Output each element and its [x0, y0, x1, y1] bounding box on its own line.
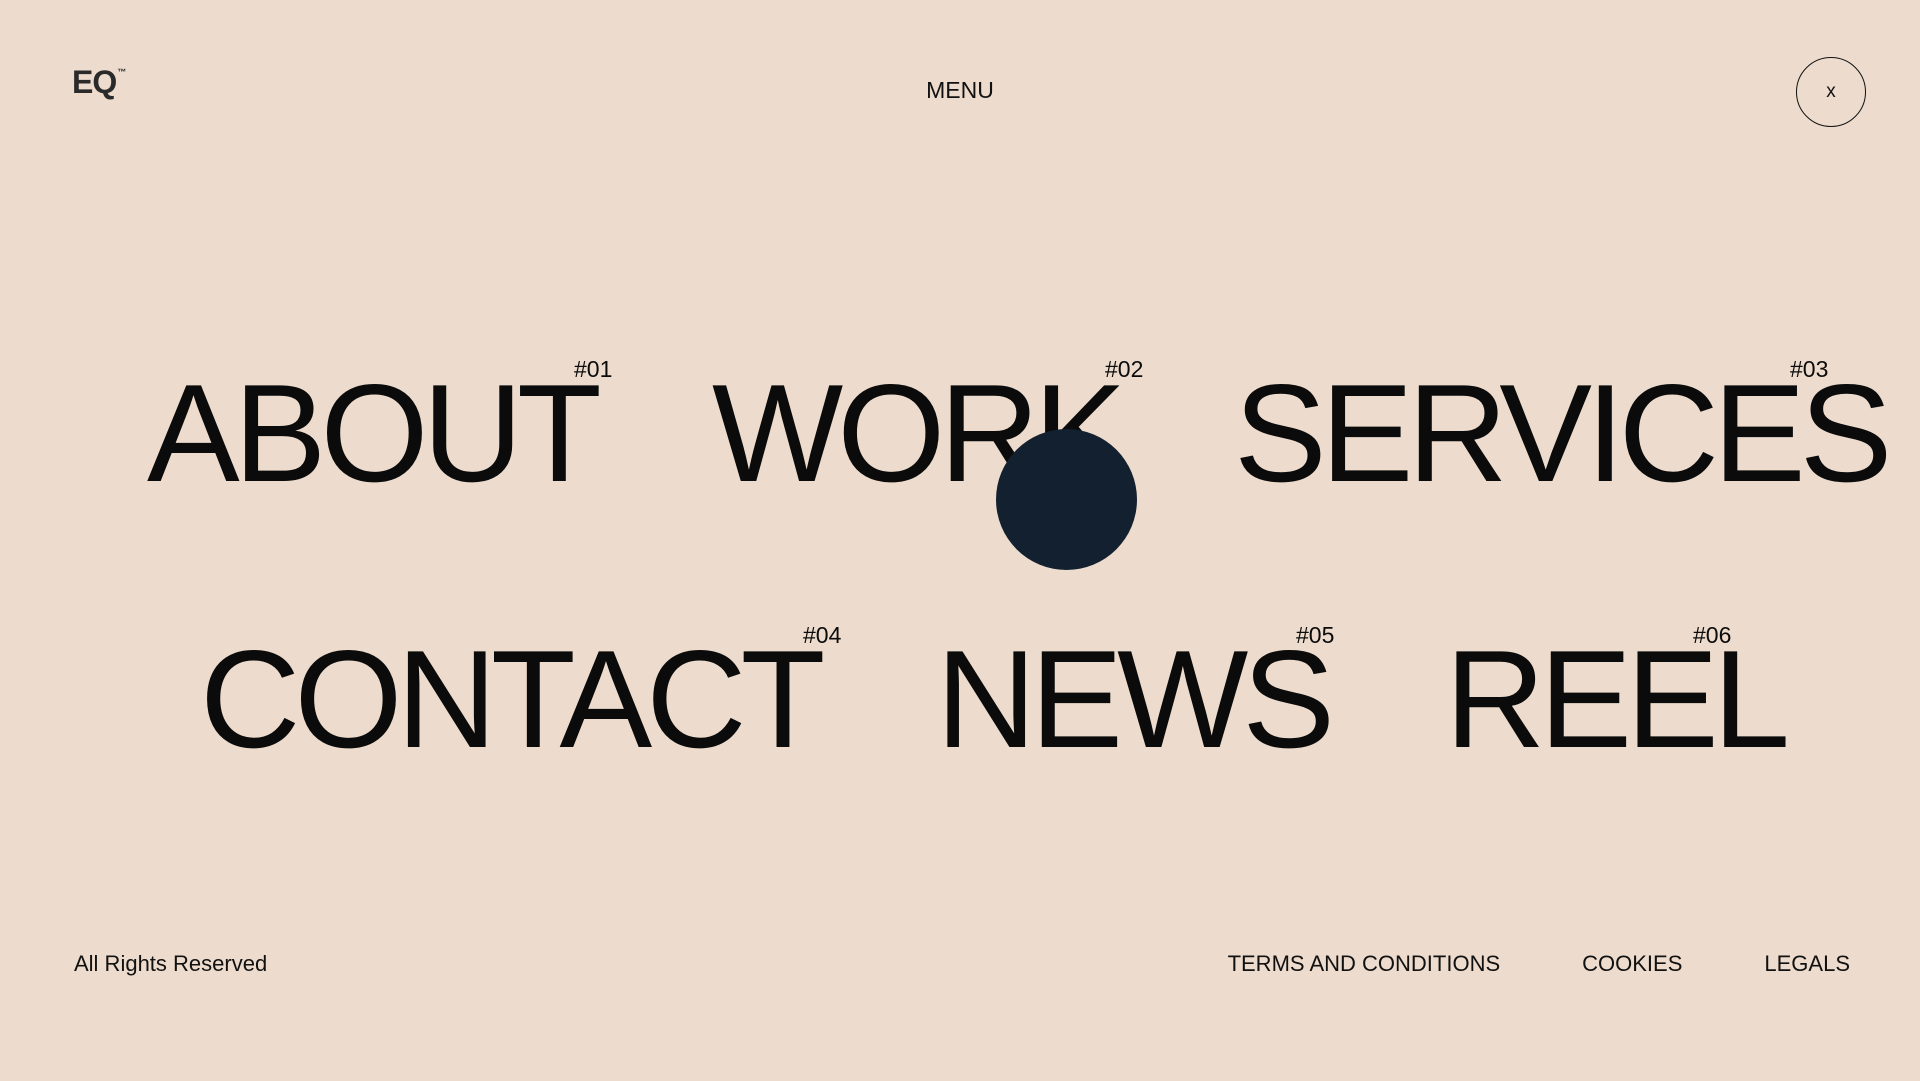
- nav-item-number: #05: [1296, 622, 1335, 648]
- nav-item-services[interactable]: SERVICES #03: [1234, 356, 1892, 511]
- copyright-text: All Rights Reserved: [74, 951, 268, 976]
- nav-item-label: SERVICES: [1234, 356, 1892, 511]
- nav-item-number: #02: [1105, 356, 1144, 382]
- nav-item-label: ABOUT: [147, 356, 602, 511]
- nav-item-news[interactable]: NEWS #05: [936, 622, 1335, 777]
- nav-item-number: #01: [574, 356, 613, 382]
- logo-trademark: ™: [117, 67, 126, 78]
- nav-item-label: CONTACT: [200, 622, 825, 777]
- close-menu-button[interactable]: x: [1796, 57, 1866, 127]
- nav-item-number: #06: [1693, 622, 1732, 648]
- close-icon: x: [1826, 81, 1836, 102]
- nav-item-about[interactable]: ABOUT #01: [147, 356, 612, 511]
- nav-item-label: WORK: [712, 356, 1126, 511]
- nav-item-number: #03: [1790, 356, 1829, 382]
- nav-item-number: #04: [803, 622, 842, 648]
- nav-item-label: REEL: [1445, 622, 1790, 777]
- menu-title: MENU: [926, 77, 994, 103]
- nav-item-label: NEWS: [936, 622, 1335, 777]
- nav-item-reel[interactable]: REEL #06: [1445, 622, 1790, 777]
- footer-link-legals[interactable]: LEGALS: [1764, 951, 1850, 977]
- footer-link-terms[interactable]: TERMS AND CONDITIONS: [1228, 951, 1501, 977]
- footer-links: TERMS AND CONDITIONS COOKIES LEGALS: [1228, 951, 1850, 977]
- nav-item-contact[interactable]: CONTACT #04: [200, 622, 841, 777]
- logo[interactable]: EQ™: [72, 64, 126, 101]
- nav-item-work[interactable]: WORK #02: [712, 356, 1143, 511]
- logo-text: EQ: [72, 64, 117, 100]
- footer-link-cookies[interactable]: COOKIES: [1582, 951, 1682, 977]
